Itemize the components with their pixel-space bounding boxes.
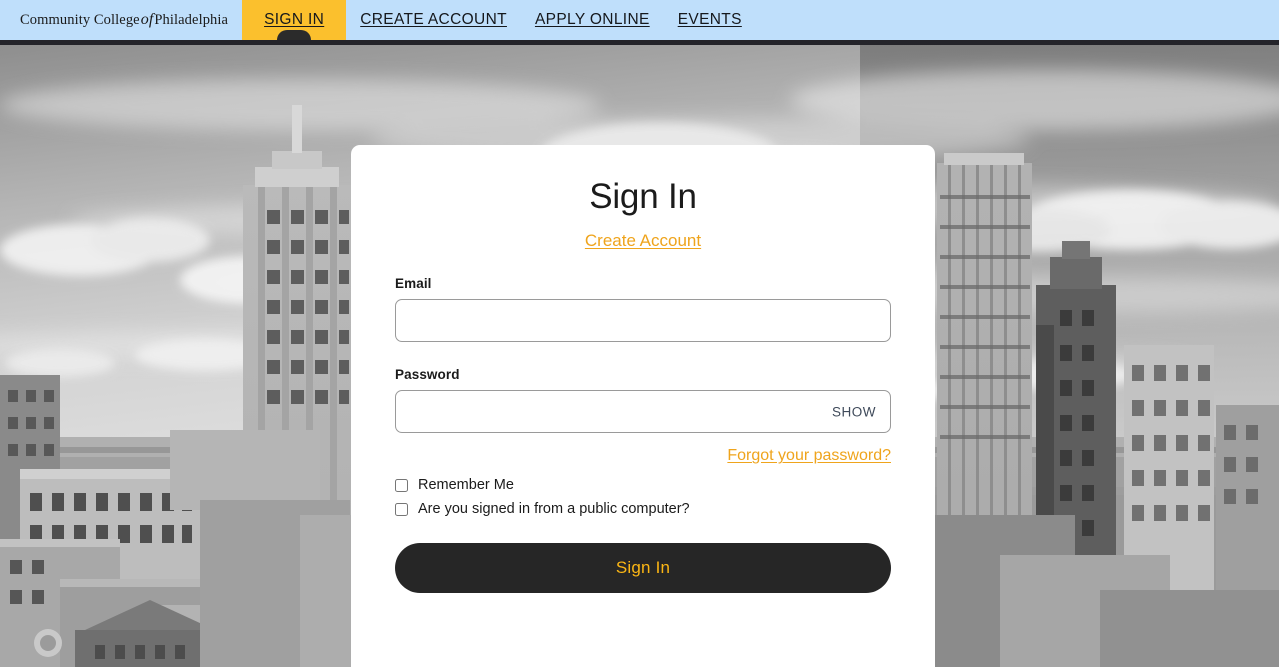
remember-me-label[interactable]: Remember Me (418, 477, 514, 493)
brand-text: Community CollegeofPhiladelphia (20, 11, 228, 29)
sign-in-page: Community CollegeofPhiladelphia SIGN IN … (0, 0, 1279, 667)
brand-text-of: of (140, 11, 154, 28)
nav-item-apply-online[interactable]: APPLY ONLINE (521, 0, 664, 40)
show-password-button[interactable]: SHOW (830, 402, 878, 421)
forgot-password-row: Forgot your password? (395, 447, 891, 465)
nav-item-sign-in[interactable]: SIGN IN (242, 0, 347, 40)
email-input[interactable] (395, 299, 891, 343)
nav-item-events[interactable]: EVENTS (664, 0, 756, 40)
password-input[interactable] (395, 390, 891, 434)
brand-text-pre: Community College (20, 12, 140, 28)
public-computer-checkbox[interactable] (395, 502, 408, 516)
nav-item-create-account[interactable]: CREATE ACCOUNT (346, 0, 521, 40)
email-field-group: Email (395, 276, 891, 343)
password-field-group: Password SHOW (395, 367, 891, 434)
nav-item-apply-online-label: APPLY ONLINE (534, 11, 650, 28)
nav-item-sign-in-label: SIGN IN (264, 11, 325, 28)
password-label: Password (395, 367, 460, 383)
college-logo[interactable]: Community CollegeofPhiladelphia (0, 0, 242, 40)
top-navigation: Community CollegeofPhiladelphia SIGN IN … (0, 0, 1279, 40)
nav-item-create-account-label: CREATE ACCOUNT (360, 11, 507, 28)
active-tab-notch (277, 30, 312, 40)
brand-text-post: Philadelphia (154, 12, 229, 28)
sign-in-card: Sign In Create Account Email Password SH… (351, 145, 935, 667)
create-account-link[interactable]: Create Account (585, 231, 701, 250)
navbar-underline (0, 40, 1279, 45)
password-input-wrap: SHOW (395, 390, 891, 434)
email-label: Email (395, 276, 432, 292)
public-computer-label[interactable]: Are you signed in from a public computer… (418, 501, 690, 517)
remember-me-row[interactable]: Remember Me (395, 477, 891, 493)
sign-in-submit-button[interactable]: Sign In (395, 543, 891, 594)
remember-me-checkbox[interactable] (395, 478, 408, 492)
email-input-wrap (395, 299, 891, 343)
page-title: Sign In (589, 177, 697, 216)
public-computer-row[interactable]: Are you signed in from a public computer… (395, 501, 891, 517)
nav-item-events-label: EVENTS (677, 11, 742, 28)
create-account-row: Create Account (395, 231, 891, 251)
forgot-password-link[interactable]: Forgot your password? (727, 447, 891, 464)
